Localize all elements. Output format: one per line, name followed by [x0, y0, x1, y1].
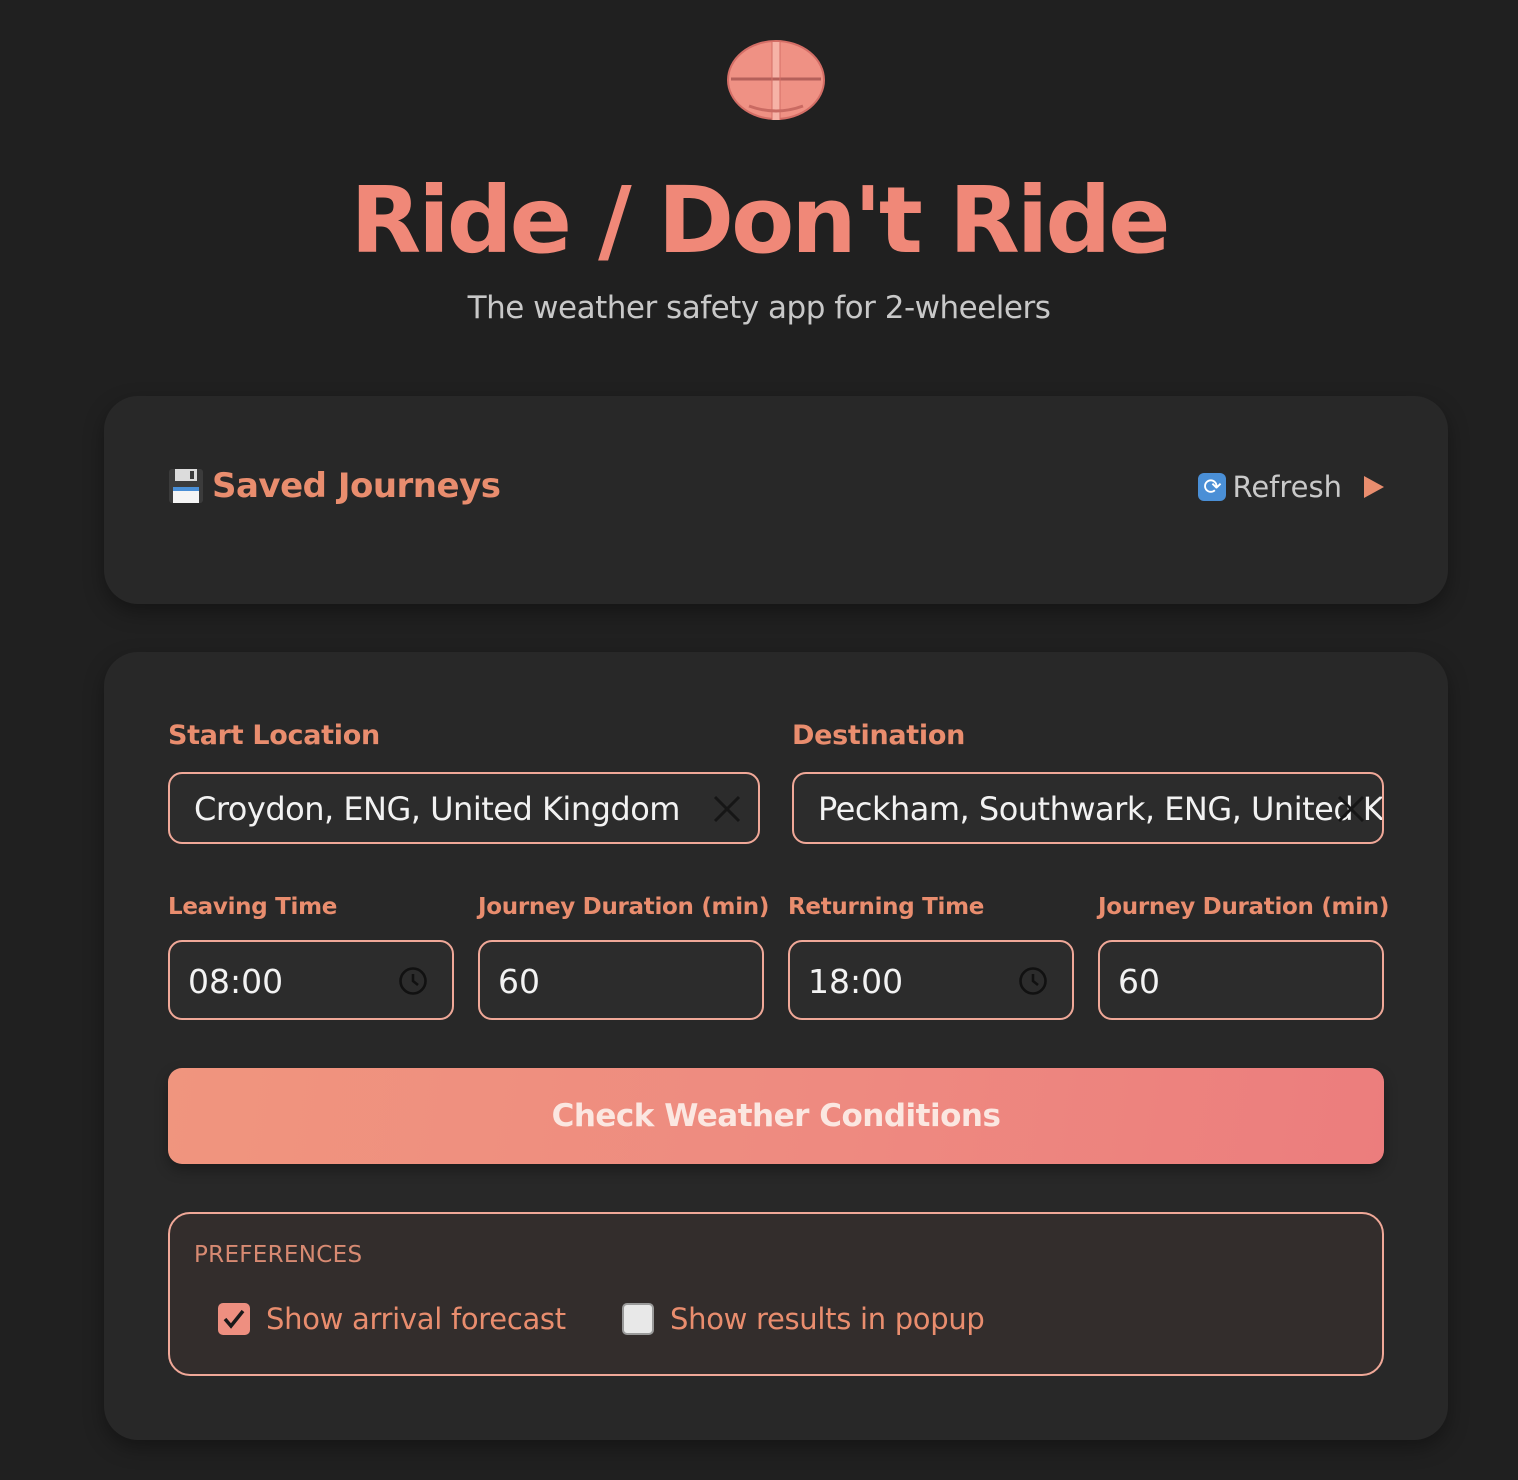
returning-duration-label: Journey Duration (min): [1098, 894, 1390, 920]
preferences-panel: PREFERENCES Show arrival forecast Show r…: [168, 1212, 1384, 1376]
pref-show-arrival-forecast[interactable]: Show arrival forecast: [218, 1302, 566, 1336]
checkmark-icon: [223, 1309, 245, 1329]
pref-show-results-popup[interactable]: Show results in popup: [622, 1302, 985, 1336]
clock-icon[interactable]: [398, 966, 428, 996]
destination-input[interactable]: Peckham, Southwark, ENG, United Kingdom: [792, 772, 1384, 844]
helmet-icon: [727, 40, 825, 120]
clock-icon[interactable]: [1018, 966, 1048, 996]
start-location-input[interactable]: Croydon, ENG, United Kingdom: [168, 772, 760, 844]
checkbox-unchecked[interactable]: [622, 1303, 654, 1335]
leaving-time-input[interactable]: 08:00: [168, 940, 454, 1020]
leaving-time-value: 08:00: [188, 962, 284, 1001]
leaving-duration-label: Journey Duration (min): [478, 894, 770, 920]
preferences-title: PREFERENCES: [194, 1242, 363, 1268]
refresh-button[interactable]: ⟳ Refresh: [1198, 470, 1384, 504]
pref-label: Show arrival forecast: [266, 1302, 566, 1336]
returning-time-value: 18:00: [808, 962, 904, 1001]
play-icon[interactable]: [1364, 476, 1384, 498]
returning-time-input[interactable]: 18:00: [788, 940, 1074, 1020]
start-location-value: Croydon, ENG, United Kingdom: [194, 790, 680, 828]
leaving-duration-input[interactable]: 60: [478, 940, 764, 1020]
refresh-label: Refresh: [1232, 470, 1342, 504]
saved-journeys-card: Saved Journeys ⟳ Refresh: [104, 396, 1448, 604]
returning-duration-value: 60: [1118, 962, 1160, 1001]
check-weather-button[interactable]: Check Weather Conditions: [168, 1068, 1384, 1164]
start-location-label: Start Location: [168, 720, 380, 751]
returning-duration-input[interactable]: 60: [1098, 940, 1384, 1020]
journey-form-card: Start Location Croydon, ENG, United King…: [104, 652, 1448, 1440]
destination-label: Destination: [792, 720, 966, 751]
checkbox-checked[interactable]: [218, 1303, 250, 1335]
clear-icon[interactable]: [1336, 794, 1366, 824]
refresh-icon: ⟳: [1198, 473, 1227, 501]
clear-icon[interactable]: [712, 794, 742, 824]
returning-time-label: Returning Time: [788, 894, 985, 920]
destination-value: Peckham, Southwark, ENG, United Kingdom: [818, 790, 1384, 828]
floppy-disk-icon: [169, 469, 203, 503]
leaving-time-label: Leaving Time: [168, 894, 338, 920]
leaving-duration-value: 60: [498, 962, 540, 1001]
app-subtitle: The weather safety app for 2-wheelers: [467, 290, 1051, 326]
pref-label: Show results in popup: [670, 1302, 985, 1336]
saved-journeys-header[interactable]: Saved Journeys: [168, 466, 501, 506]
saved-journeys-title: Saved Journeys: [212, 466, 501, 506]
app-title: Ride / Don't Ride: [350, 167, 1170, 274]
